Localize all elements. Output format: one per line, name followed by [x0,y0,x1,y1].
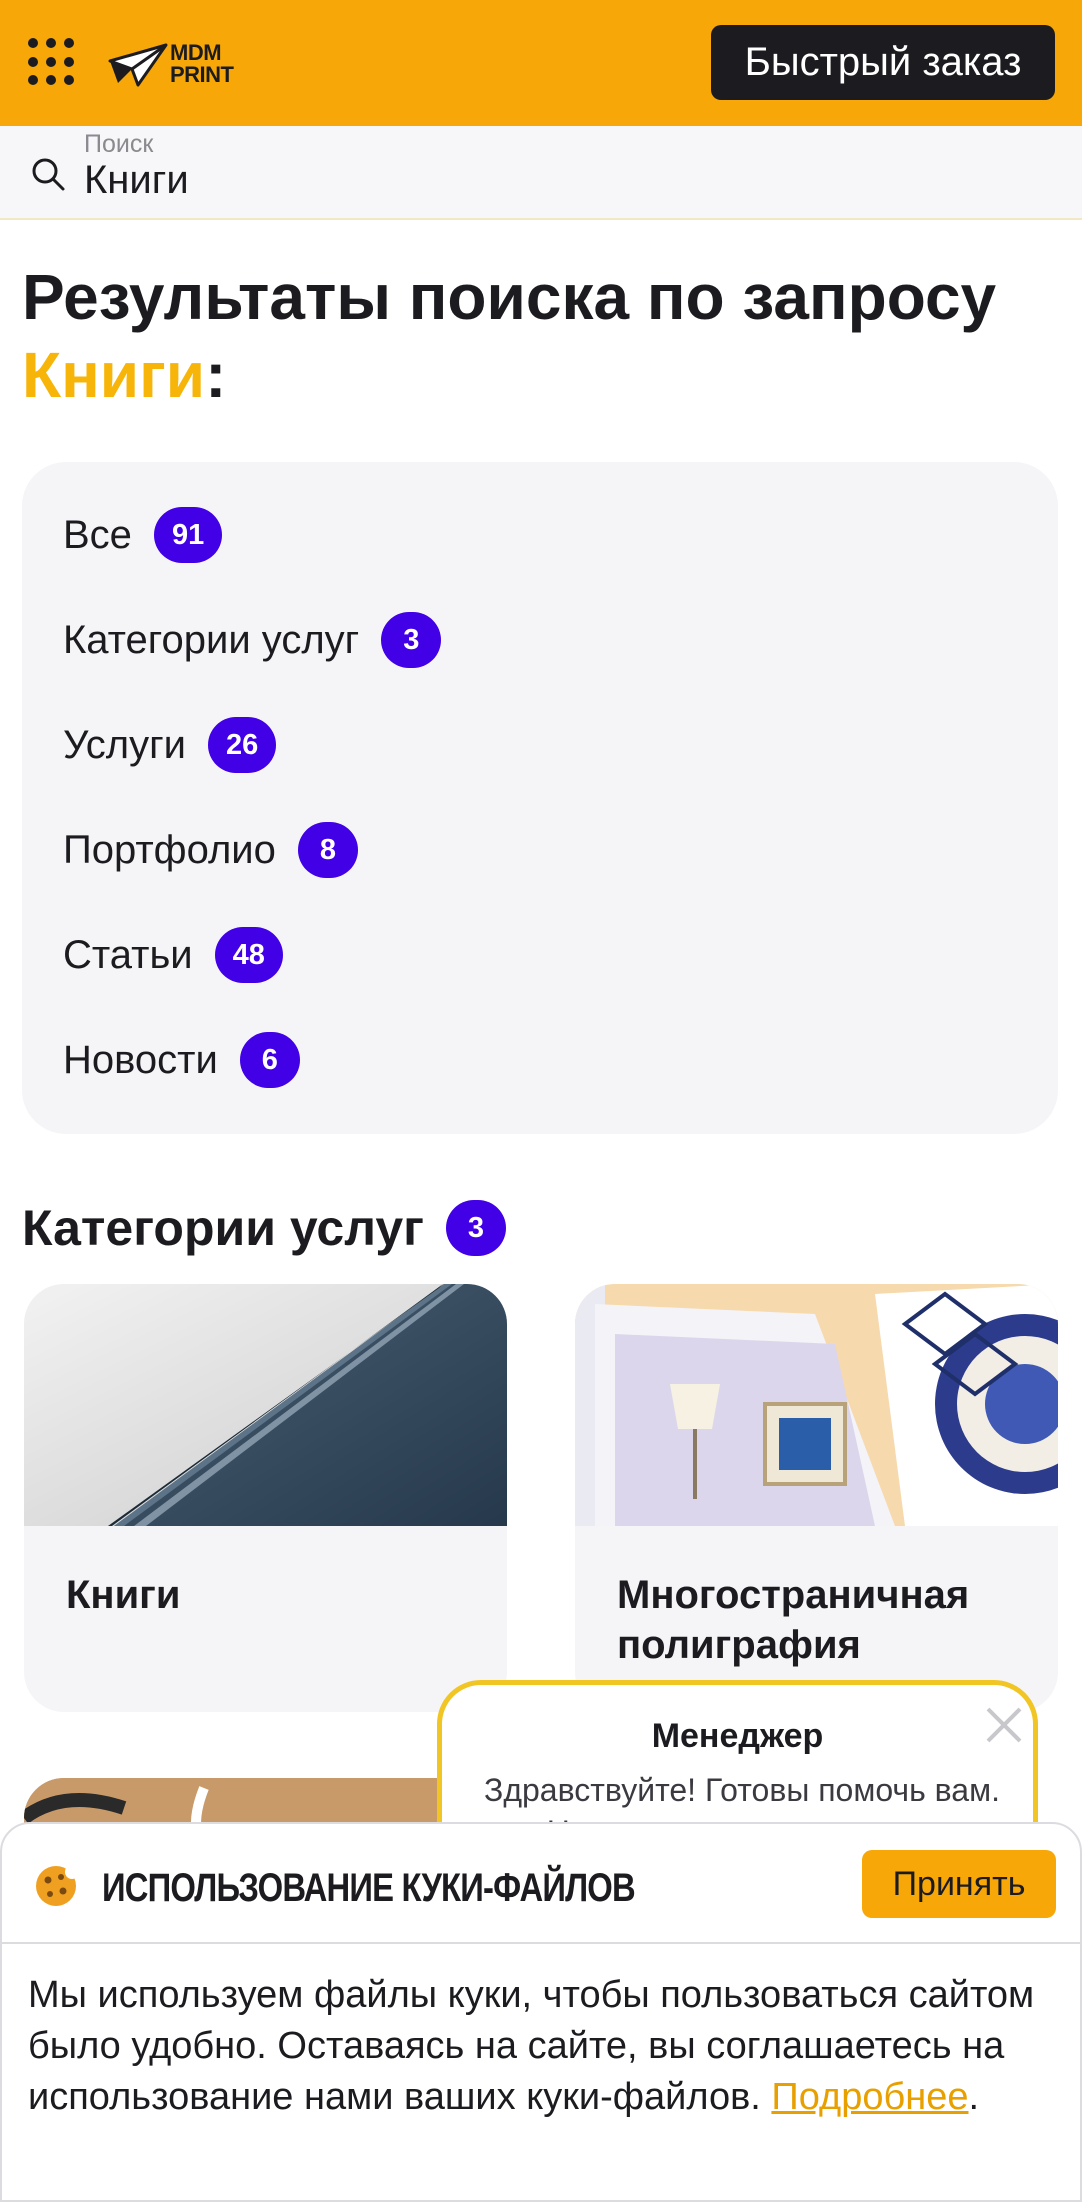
count-badge: 91 [153,507,223,563]
cookie-trailing: . [968,2076,980,2118]
search-bar[interactable]: Поиск Книги [0,126,1082,220]
cookie-icon [36,1865,78,1906]
more-info-link[interactable]: Подробнее [771,2076,968,2118]
section-title-text: Категории услуг [22,1200,424,1256]
filter-label: Портфолио [63,827,276,872]
filter-label: Новости [63,1037,218,1082]
logo-text: MDM PRINT [170,40,234,87]
cookie-banner: Использование куки-файлов Принять Мы исп… [0,1822,1082,2202]
quick-order-button[interactable]: Быстрый заказ [711,25,1055,100]
cookie-title: Использование куки-файлов [102,1866,636,1910]
paper-plane-icon [108,43,168,87]
page-title-prefix: Результаты поиска по запросу [22,261,997,333]
category-card-books[interactable]: Книги [24,1284,507,1712]
filter-label: Статьи [63,932,193,977]
magazine-image [575,1284,1058,1526]
header: MDM PRINT Быстрый заказ [0,0,1082,126]
count-badge: 48 [214,927,283,983]
category-card-multipage-printing[interactable]: Многостраничная полиграфия [575,1284,1058,1712]
filter-portfolio[interactable]: Портфолио 8 [63,822,358,878]
filter-panel: Все 91 Категории услуг 3 Услуги 26 Портф… [22,462,1058,1134]
filter-services[interactable]: Услуги 26 [63,717,277,773]
search-icon[interactable] [30,156,66,192]
filter-label: Услуги [63,722,187,767]
card-title: Книги [66,1573,181,1617]
book-cover-image [24,1284,507,1526]
section-title: Категории услуг 3 [22,1196,506,1260]
filter-service-categories[interactable]: Категории услуг 3 [63,612,442,668]
count-badge: 6 [239,1032,300,1088]
cookie-header: Использование куки-файлов Принять [2,1824,1080,1944]
manager-title: Менеджер [651,1717,824,1755]
close-icon[interactable] [984,1705,1024,1745]
menu-grid-icon[interactable] [28,38,76,86]
search-label: Поиск [84,130,154,158]
count-badge: 8 [297,822,358,878]
filter-label: Категории услуг [63,617,360,662]
title-colon: : [205,339,227,411]
filter-articles[interactable]: Статьи 48 [63,927,283,983]
count-badge: 3 [445,1200,506,1256]
accept-cookies-button[interactable]: Принять [862,1850,1056,1918]
cookie-text: Мы используем файлы куки, чтобы пользова… [28,1970,1048,2123]
filter-all[interactable]: Все 91 [63,507,223,563]
logo[interactable]: MDM PRINT [108,38,244,90]
count-badge: 26 [208,717,277,773]
query-highlight: Книги [22,339,206,411]
count-badge: 3 [381,612,442,668]
search-input[interactable]: Книги [84,158,189,203]
page-title: Результаты поиска по запросу Книги: [22,258,1062,414]
card-title: Многостраничная полиграфия [617,1573,970,1667]
filter-label: Все [63,512,132,557]
filter-news[interactable]: Новости 6 [63,1032,300,1088]
